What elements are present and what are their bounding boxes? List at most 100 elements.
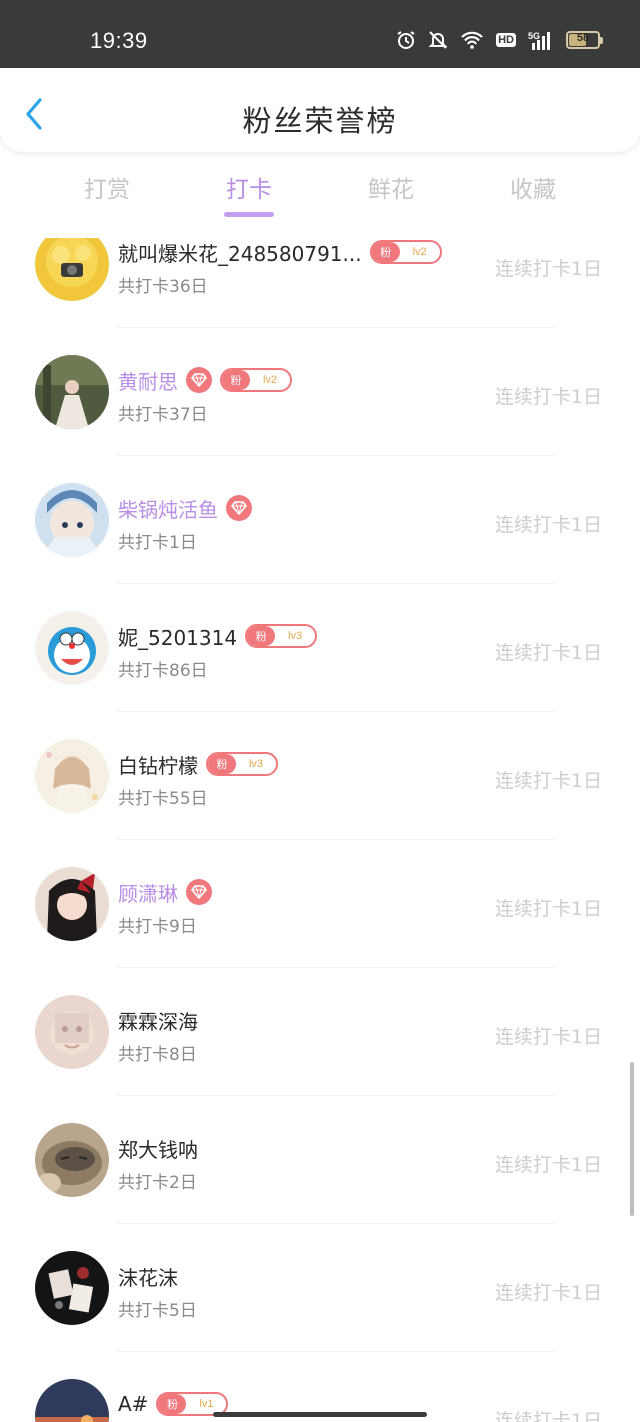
- battery-level: 58: [576, 32, 590, 44]
- diamond-icon: [191, 885, 207, 899]
- list-item[interactable]: 郑大钱呐共打卡2日 连续打卡1日: [0, 1096, 640, 1224]
- name-line: 沫花沫: [118, 1262, 178, 1290]
- list-item[interactable]: 妮_5201314 粉 lv3 共打卡86日 连续打卡1日: [0, 584, 640, 712]
- fan-level-badge: 粉 lv2: [220, 368, 292, 392]
- total-checkin-days: 共打卡36日: [118, 277, 208, 297]
- name-line: 白钻柠檬粉 lv3: [118, 750, 278, 778]
- status-time: 19:39: [90, 28, 148, 53]
- fan-badge-level: lv1: [199, 1398, 214, 1410]
- user-name: 白钻柠檬: [118, 753, 198, 778]
- fan-level-badge: 粉 lv3: [245, 624, 318, 648]
- streak-days: 连续打卡1日: [494, 1410, 602, 1422]
- avatar[interactable]: [35, 483, 109, 557]
- header-bar: 粉丝荣誉榜: [0, 68, 640, 152]
- streak-days: 连续打卡1日: [494, 258, 602, 280]
- vip-diamond-badge: [186, 879, 212, 905]
- diamond-icon: [231, 501, 247, 515]
- name-line: 妮_5201314 粉 lv3: [118, 622, 318, 650]
- avatar[interactable]: [35, 739, 109, 813]
- total-checkin-days: 共打卡8日: [118, 1045, 197, 1065]
- user-name: 顾潇琳: [118, 881, 178, 906]
- avatar[interactable]: [35, 611, 109, 685]
- status-bar: 19:39 HD 5G 58: [0, 0, 640, 68]
- name-line: 郑大钱呐: [118, 1134, 198, 1162]
- diamond-icon: [191, 373, 207, 387]
- user-name: 黄耐思: [118, 369, 178, 394]
- name-line: 柴锅炖活鱼: [118, 494, 252, 522]
- list-item[interactable]: 柴锅炖活鱼共打卡1日 连续打卡1日: [0, 456, 640, 584]
- battery-icon: 58: [566, 31, 603, 49]
- list-item[interactable]: 黄耐思 粉 lv2 共打卡37日 连续打卡1日: [0, 328, 640, 456]
- vip-diamond-badge: [186, 367, 212, 393]
- tab-label: 打赏: [84, 177, 130, 203]
- hd-icon: HD: [496, 33, 516, 47]
- tab-active-indicator: [224, 212, 274, 217]
- streak-days: 连续打卡1日: [494, 386, 602, 408]
- tab-flowers[interactable]: 鲜花: [341, 170, 441, 204]
- total-checkin-days: 共打卡9日: [118, 917, 197, 937]
- list-item[interactable]: 沫花沫共打卡5日 连续打卡1日: [0, 1224, 640, 1352]
- avatar[interactable]: [35, 1379, 109, 1422]
- streak-days: 连续打卡1日: [494, 514, 602, 536]
- name-line: 顾潇琳: [118, 878, 212, 906]
- scrollbar[interactable]: [630, 1062, 634, 1216]
- fan-badge-level: lv3: [288, 630, 303, 642]
- total-checkin-days: 共打卡2日: [118, 1173, 197, 1193]
- streak-days: 连续打卡1日: [494, 1154, 602, 1176]
- name-line: A# 粉 lv1: [118, 1390, 229, 1418]
- tab-bar: 打赏 打卡 鲜花 收藏: [0, 158, 640, 228]
- svg-text:5G: 5G: [528, 31, 540, 41]
- avatar[interactable]: [35, 1251, 109, 1325]
- name-line: 霖霖深海: [118, 1006, 198, 1034]
- wifi-icon: [461, 31, 483, 49]
- page-title: 粉丝荣誉榜: [242, 104, 398, 138]
- user-name: 柴锅炖活鱼: [118, 497, 218, 522]
- user-name: A#: [118, 1392, 149, 1416]
- home-indicator[interactable]: [213, 1412, 427, 1417]
- fan-badge-label: 粉: [158, 1394, 187, 1414]
- list-item[interactable]: 顾潇琳共打卡9日 连续打卡1日: [0, 840, 640, 968]
- streak-days: 连续打卡1日: [494, 898, 602, 920]
- fan-badge-label: 粉: [247, 626, 276, 646]
- tab-checkin[interactable]: 打卡: [199, 170, 299, 217]
- total-checkin-days: 共打卡5日: [118, 1301, 197, 1321]
- avatar[interactable]: [35, 238, 109, 301]
- name-line: 就叫爆米花_248580791... 粉 lv2: [118, 238, 442, 266]
- total-checkin-days: 共打卡86日: [118, 661, 208, 681]
- user-name: 妮_5201314: [118, 625, 238, 650]
- avatar[interactable]: [35, 995, 109, 1069]
- streak-days: 连续打卡1日: [494, 642, 602, 664]
- total-checkin-days: 共打卡55日: [118, 789, 208, 809]
- tab-label: 鲜花: [368, 177, 414, 203]
- name-line: 黄耐思 粉 lv2: [118, 366, 292, 394]
- streak-days: 连续打卡1日: [494, 1282, 602, 1304]
- fan-level-badge: 粉 lv3: [206, 752, 278, 776]
- vip-diamond-badge: [226, 495, 252, 521]
- avatar[interactable]: [35, 355, 109, 429]
- fan-badge-label: 粉: [371, 242, 400, 262]
- checkin-ranking-list[interactable]: 就叫爆米花_248580791... 粉 lv2 共打卡36日 连续打卡1日 黄耐思粉 lv…: [0, 238, 640, 1422]
- alarm-icon: [397, 31, 415, 49]
- signal-5g-icon: 5G: [528, 31, 550, 50]
- total-checkin-days: 共打卡37日: [118, 405, 208, 425]
- list-item[interactable]: 霖霖深海 共打卡8日 连续打卡1日: [0, 968, 640, 1096]
- tab-favorites[interactable]: 收藏: [483, 170, 583, 204]
- avatar[interactable]: [35, 867, 109, 941]
- user-name: 就叫爆米花_248580791...: [118, 241, 362, 266]
- tab-reward[interactable]: 打赏: [57, 170, 157, 204]
- fan-badge-level: lv2: [262, 374, 278, 386]
- tab-label: 打卡: [226, 177, 272, 203]
- total-checkin-days: 共打卡1日: [118, 533, 197, 553]
- streak-days: 连续打卡1日: [494, 770, 602, 792]
- status-icons: HD 5G 58: [396, 30, 603, 50]
- user-name: 郑大钱呐: [118, 1137, 198, 1162]
- list-item[interactable]: 白钻柠檬粉 lv3 共打卡55日 连续打卡1日: [0, 712, 640, 840]
- tab-label: 收藏: [510, 177, 556, 203]
- fan-badge-label: 粉: [208, 754, 236, 774]
- fan-level-badge: 粉 lv2: [369, 240, 442, 264]
- user-name: 沫花沫: [118, 1265, 178, 1290]
- avatar[interactable]: [35, 1123, 109, 1197]
- fan-badge-label: 粉: [222, 370, 250, 390]
- fan-badge-level: lv2: [412, 246, 427, 258]
- list-item[interactable]: 就叫爆米花_248580791... 粉 lv2 共打卡36日 连续打卡1日: [0, 238, 640, 328]
